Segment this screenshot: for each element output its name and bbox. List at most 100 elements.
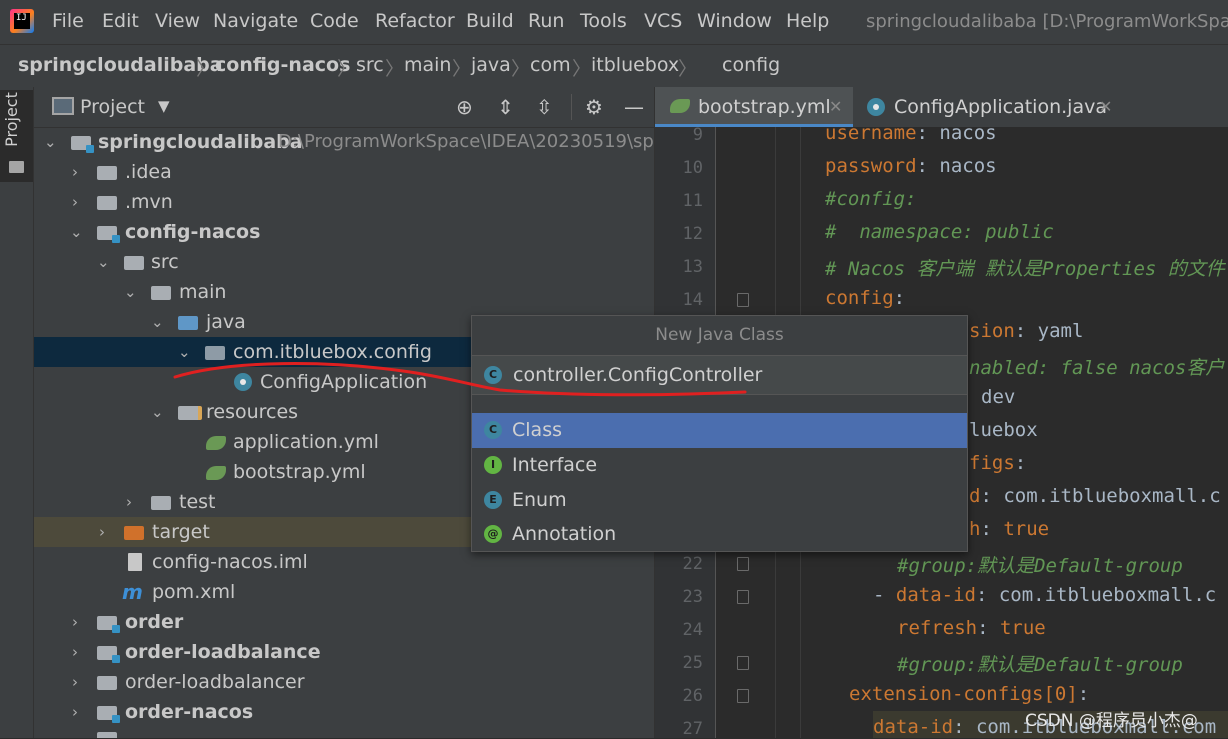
option-label: Annotation xyxy=(512,523,617,545)
tree-item-label: ConfigApplication xyxy=(260,371,428,393)
tree-row[interactable]: › .mvn xyxy=(34,187,654,217)
breadcrumb-item[interactable]: config xyxy=(722,54,780,76)
menu-run[interactable]: Run xyxy=(528,10,564,32)
breadcrumb: springcloudalibaba 〉 config-nacos 〉 src … xyxy=(0,44,1228,115)
minimize-icon[interactable]: — xyxy=(624,95,644,119)
tree-item-label: src xyxy=(151,251,179,273)
option-class[interactable]: C Class xyxy=(472,413,967,448)
menu-help[interactable]: Help xyxy=(786,10,829,32)
folder-icon xyxy=(97,166,117,180)
tree-item-label: com.itbluebox.config xyxy=(233,341,432,363)
tab-bootstrap-yml[interactable]: bootstrap.yml ✕ xyxy=(655,87,853,127)
tree-row[interactable]: › order-loadbalance xyxy=(34,637,654,667)
module-folder-icon xyxy=(97,646,120,663)
breadcrumb-item[interactable]: itbluebox xyxy=(591,54,679,76)
chevron-right-icon[interactable]: › xyxy=(72,637,78,667)
tree-item-label: pom.xml xyxy=(152,581,236,603)
folder-icon xyxy=(151,496,171,510)
chevron-down-icon[interactable]: ⌄ xyxy=(70,217,83,247)
tree-row[interactable]: › order xyxy=(34,607,654,637)
option-interface[interactable]: I Interface xyxy=(472,448,967,483)
tree-row[interactable]: m pom.xml xyxy=(34,577,654,607)
chevron-down-icon[interactable]: ▼ xyxy=(158,97,170,115)
breadcrumb-item[interactable]: config-nacos xyxy=(215,54,350,76)
breadcrumb-item[interactable]: main xyxy=(404,54,451,76)
line-number: 13 xyxy=(682,257,703,277)
locate-icon[interactable]: ⊕ xyxy=(456,95,473,119)
tree-row[interactable]: ⌄ main xyxy=(34,277,654,307)
menu-tools[interactable]: Tools xyxy=(580,10,627,32)
close-icon[interactable]: ✕ xyxy=(1099,97,1112,116)
fold-marker-icon[interactable] xyxy=(737,590,749,604)
tree-item-label: config-nacos xyxy=(125,221,261,243)
excluded-folder-icon xyxy=(124,526,144,540)
chevron-down-icon[interactable]: ⌄ xyxy=(151,307,164,337)
line-number: 24 xyxy=(682,620,703,640)
menu-file[interactable]: File xyxy=(52,10,84,32)
chevron-right-icon[interactable]: › xyxy=(72,157,78,187)
code-line: extension-configs[0]: xyxy=(849,683,1090,705)
code-line: sion: yaml xyxy=(969,320,1084,342)
tree-row[interactable]: ⌄ springcloudalibaba D:\ProgramWorkSpace… xyxy=(34,127,661,157)
fold-marker-icon[interactable] xyxy=(737,689,749,703)
chevron-right-icon[interactable]: › xyxy=(99,517,105,547)
code-comment: #group:默认是Default-group xyxy=(897,654,1183,676)
folder-icon xyxy=(9,161,24,173)
tree-item-label: order-loadbalancer xyxy=(125,671,305,693)
module-folder-icon xyxy=(97,616,120,633)
breadcrumb-separator: 〉 xyxy=(452,58,472,80)
chevron-right-icon[interactable]: › xyxy=(72,607,78,637)
code-line: refresh: true xyxy=(897,617,1046,639)
class-name-input[interactable]: C controller.ConfigController xyxy=(472,355,967,395)
tab-configapplication-java[interactable]: ConfigApplication.java ✕ xyxy=(853,87,1125,127)
fold-marker-icon[interactable] xyxy=(737,656,749,670)
chevron-down-icon[interactable]: ⌄ xyxy=(97,247,110,277)
chevron-right-icon[interactable]: › xyxy=(126,487,132,517)
module-folder-icon xyxy=(71,136,94,153)
source-folder-icon xyxy=(178,316,198,330)
project-panel-title[interactable]: Project xyxy=(80,96,145,118)
expand-all-icon[interactable]: ⇕ xyxy=(497,95,514,119)
menu-build[interactable]: Build xyxy=(466,10,514,32)
maven-icon: m xyxy=(122,580,143,604)
tree-item-label: springcloudalibaba xyxy=(98,131,303,153)
menu-vcs[interactable]: VCS xyxy=(644,10,682,32)
menu-code[interactable]: Code xyxy=(310,10,359,32)
fold-marker-icon[interactable] xyxy=(737,557,749,571)
breadcrumb-item[interactable]: com xyxy=(530,54,571,76)
chevron-down-icon[interactable]: ⌄ xyxy=(178,337,191,367)
option-enum[interactable]: E Enum xyxy=(472,483,967,518)
chevron-right-icon[interactable]: › xyxy=(72,697,78,727)
tree-row[interactable]: ⌄ src xyxy=(34,247,654,277)
spring-config-icon xyxy=(670,99,690,113)
project-view-icon xyxy=(52,97,74,115)
collapse-all-icon[interactable]: ⇳ xyxy=(536,95,553,119)
breadcrumb-item[interactable]: java xyxy=(471,54,511,76)
chevron-right-icon[interactable]: › xyxy=(72,667,78,697)
gear-icon[interactable]: ⚙ xyxy=(585,95,603,119)
tree-item-path: D:\ProgramWorkSpace\IDEA\20230519\spr xyxy=(278,131,662,152)
breadcrumb-item[interactable]: src xyxy=(356,54,384,76)
breadcrumb-item[interactable]: springcloudalibaba xyxy=(18,54,223,76)
folder-icon xyxy=(97,196,117,210)
chevron-down-icon[interactable]: ⌄ xyxy=(44,127,57,157)
fold-marker-icon[interactable] xyxy=(737,293,749,307)
tree-row[interactable]: › .idea xyxy=(34,157,654,187)
tree-row[interactable]: ⌄ config-nacos xyxy=(34,217,654,247)
chevron-down-icon[interactable]: ⌄ xyxy=(124,277,137,307)
chevron-down-icon[interactable]: ⌄ xyxy=(151,397,164,427)
tree-item-label: target xyxy=(152,521,210,543)
close-icon[interactable]: ✕ xyxy=(829,97,842,116)
tree-row[interactable]: › order-loadbalancer xyxy=(34,667,654,697)
code-comment: nabled: false nacos客户 xyxy=(969,357,1225,379)
menu-navigate[interactable]: Navigate xyxy=(213,10,298,32)
tree-row[interactable]: › order-nacos xyxy=(34,697,654,727)
code-line: config: xyxy=(825,287,906,309)
chevron-right-icon[interactable]: › xyxy=(72,187,78,217)
menu-view[interactable]: View xyxy=(155,10,200,32)
menu-window[interactable]: Window xyxy=(697,10,772,32)
menu-edit[interactable]: Edit xyxy=(102,10,139,32)
option-annotation[interactable]: @ Annotation xyxy=(472,517,967,552)
tab-label: bootstrap.yml xyxy=(698,96,831,118)
menu-refactor[interactable]: Refactor xyxy=(375,10,455,32)
